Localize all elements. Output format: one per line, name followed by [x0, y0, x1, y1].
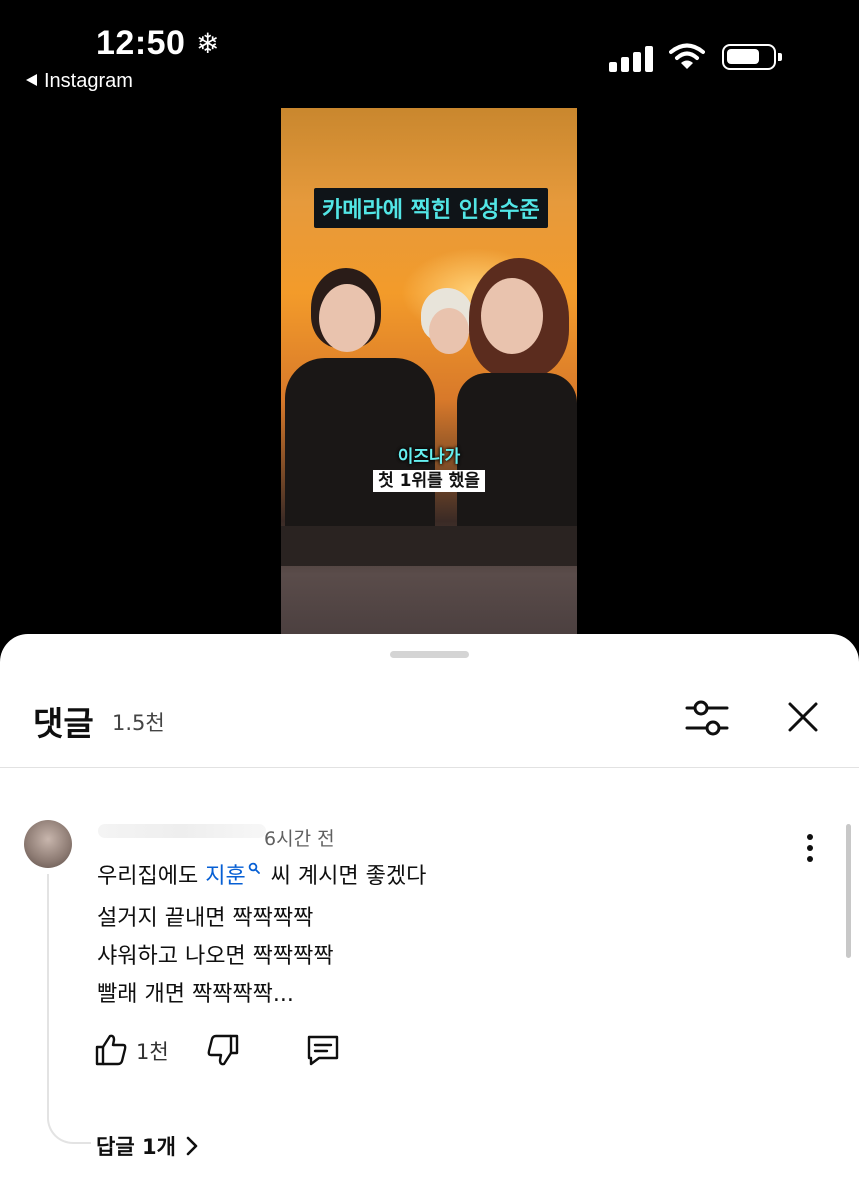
scrollbar[interactable] — [846, 824, 851, 958]
comment-line-4: 빨래 개면 짝짝짝짝... — [97, 982, 294, 1007]
more-vert-icon[interactable] — [798, 832, 822, 864]
mention-link[interactable]: 지훈 — [205, 864, 245, 889]
video-player[interactable]: 카메라에 찍힌 인성수준 이즈나가 첫 1위를 했을 — [281, 108, 577, 638]
snowflake-icon: ❄ — [196, 27, 220, 60]
status-bar: 12:50 ❄ Instagram — [0, 0, 859, 100]
comment-line-2: 설거지 끝내면 짝짝짝짝 — [97, 906, 314, 931]
filter-icon[interactable] — [684, 698, 730, 738]
thumb-up-icon[interactable] — [93, 1032, 129, 1068]
comment-time: 6시간 전 — [264, 828, 335, 850]
comments-sheet: 댓글 1.5천 6시간 전 우리집에도 지훈 씨 계시면 좋겠다 설거지 끝내면… — [0, 634, 859, 1200]
back-triangle-icon — [26, 74, 37, 86]
comment-text: 우리집에도 지훈 씨 계시면 좋겠다 설거지 끝내면 짝짝짝짝 샤워하고 나오면… — [97, 858, 426, 1014]
sheet-drag-handle[interactable] — [390, 651, 469, 658]
clock: 12:50 — [96, 24, 186, 62]
stage-floor — [281, 526, 577, 566]
back-to-instagram[interactable]: Instagram — [26, 70, 133, 93]
comment-line-1: 우리집에도 지훈 씨 계시면 좋겠다 — [97, 862, 427, 889]
search-icon — [248, 862, 260, 874]
close-icon[interactable] — [786, 700, 820, 734]
battery-icon — [722, 44, 782, 70]
video-subtitle-line2: 첫 1위를 했을 — [281, 466, 577, 492]
view-replies-button[interactable]: 답글 1개 — [96, 1131, 198, 1161]
avatar[interactable] — [24, 820, 72, 868]
replies-label: 답글 1개 — [96, 1135, 176, 1159]
performer-left-face — [319, 284, 375, 352]
chevron-right-icon — [186, 1136, 198, 1156]
like-count: 1천 — [136, 1040, 169, 1064]
video-top-caption: 카메라에 찍힌 인성수준 — [314, 188, 548, 228]
comments-title: 댓글 — [33, 704, 94, 743]
thumb-down-icon[interactable] — [205, 1032, 241, 1068]
comments-count: 1.5천 — [112, 711, 165, 735]
comment-author-blurred[interactable] — [98, 824, 266, 838]
back-label: Instagram — [44, 70, 133, 92]
signal-icon — [609, 46, 655, 72]
performer-middle-face — [429, 308, 469, 354]
video-subtitle-line1: 이즈나가 — [397, 447, 461, 467]
wifi-icon — [669, 43, 705, 69]
comment-line-3: 샤워하고 나오면 짝짝짝짝 — [97, 944, 334, 969]
header-divider — [0, 767, 859, 768]
thread-line — [47, 874, 91, 1144]
performer-right-face — [481, 278, 543, 354]
reply-icon[interactable] — [305, 1032, 341, 1068]
